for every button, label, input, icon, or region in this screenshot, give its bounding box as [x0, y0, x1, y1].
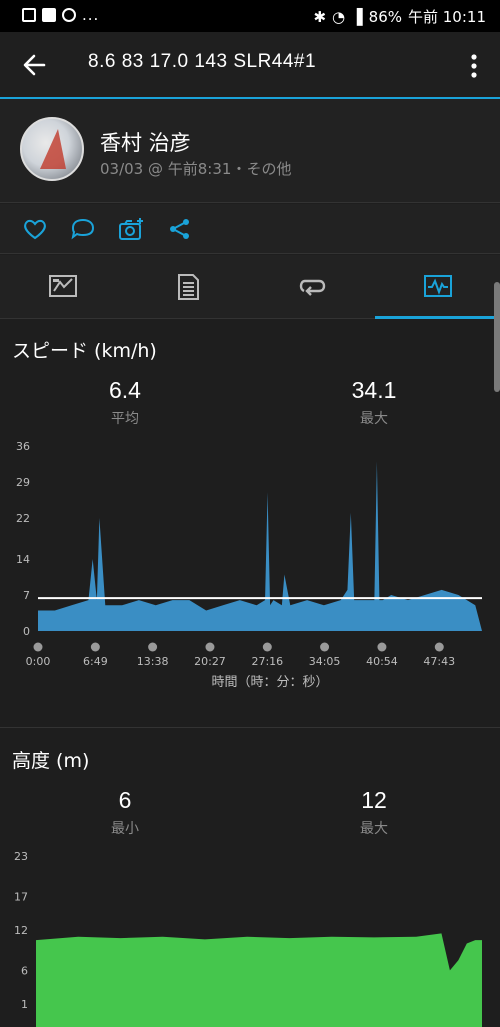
y-tick-label: 29	[16, 476, 30, 489]
speed-avg-stat: 6.4 平均	[65, 377, 185, 428]
x-tick-label: 27:16	[251, 655, 283, 668]
add-photo-icon[interactable]	[118, 216, 146, 242]
clock: 午前 10:11	[408, 8, 486, 26]
x-tick-label: 40:54	[366, 655, 398, 668]
elevation-title: 高度 (m)	[12, 750, 90, 772]
activity-tabs	[0, 255, 500, 319]
gallery-icon	[22, 8, 36, 22]
speed-avg-value: 6.4	[109, 377, 141, 403]
x-tick-marker	[377, 642, 387, 652]
elevation-chart: 23 17 12 6 1	[14, 850, 482, 1027]
action-bar	[0, 204, 500, 254]
y-tick-label: 36	[16, 440, 30, 453]
elevation-max-label: 最大	[360, 821, 388, 837]
x-tick-label: 20:27	[194, 655, 226, 668]
elevation-min-value: 6	[118, 787, 132, 813]
activity-title: 8.6 83 17.0 143 SLR44#1	[88, 51, 317, 72]
app-bar: 8.6 83 17.0 143 SLR44#1	[0, 32, 500, 98]
x-tick-label: 34:05	[309, 655, 341, 668]
sync-icon	[62, 8, 76, 22]
speed-chart: 36 29 22 14 7 0 0:00 6:49 13:38 20:27 27:16 34:05 40…	[16, 440, 482, 690]
x-axis-title: 時間（時：分：秒）	[211, 675, 328, 690]
x-tick-marker	[434, 642, 444, 652]
x-tick-label: 6:49	[83, 655, 108, 668]
document-list-icon	[178, 274, 199, 300]
x-tick-marker	[148, 642, 158, 652]
x-tick-marker	[90, 642, 100, 652]
section-divider	[0, 727, 500, 728]
speed-max-stat: 34.1 最大	[314, 377, 434, 428]
speed-title: スピード (km/h)	[12, 340, 157, 362]
more-notifications: ...	[82, 6, 100, 24]
x-tick-marker	[33, 642, 43, 652]
share-icon[interactable]	[166, 216, 194, 242]
activity-meta: 03/03 @ 午前8:31・その他	[100, 160, 292, 178]
y-tick-label: 7	[23, 589, 30, 602]
status-bar: ... ✱ ◔ ▐ 86% 午前 10:11	[0, 0, 500, 32]
tab-overview[interactable]	[0, 255, 125, 319]
speed-area-series	[38, 461, 482, 631]
speed-max-label: 最大	[360, 411, 388, 427]
battery-text: 86%	[368, 7, 402, 26]
back-arrow-icon[interactable]	[18, 48, 52, 82]
x-tick-label: 0:00	[26, 655, 51, 668]
avatar[interactable]	[20, 117, 84, 181]
elevation-max-stat: 12 最大	[314, 787, 434, 838]
y-tick-label: 6	[21, 964, 28, 977]
x-tick-label: 13:38	[137, 655, 169, 668]
chart-icon	[424, 275, 452, 297]
y-tick-label: 22	[16, 512, 30, 525]
comment-icon[interactable]	[69, 216, 97, 242]
bluetooth-icon: ✱	[313, 7, 327, 26]
like-heart-icon[interactable]	[21, 216, 49, 242]
y-tick-label: 14	[16, 553, 30, 566]
y-tick-label: 0	[23, 625, 30, 638]
x-tick-label: 47:43	[423, 655, 455, 668]
elevation-area-series	[36, 933, 482, 1027]
x-tick-marker	[205, 642, 215, 652]
x-tick-marker	[320, 642, 330, 652]
laps-loop-icon	[299, 279, 326, 296]
map-summary-icon	[49, 275, 77, 297]
mail-icon	[42, 8, 56, 22]
tab-charts[interactable]	[375, 255, 500, 319]
profile-header: 香村 治彦 03/03 @ 午前8:31・その他	[0, 99, 500, 203]
wifi-icon: ◔	[332, 7, 346, 26]
elevation-min-stat: 6 最小	[65, 787, 185, 838]
user-name[interactable]: 香村 治彦	[100, 127, 191, 157]
y-tick-label: 17	[14, 890, 28, 903]
speed-max-value: 34.1	[351, 377, 397, 403]
tab-laps[interactable]	[250, 255, 375, 319]
y-tick-label: 1	[21, 998, 28, 1011]
elevation-max-value: 12	[361, 787, 387, 813]
tab-stats[interactable]	[125, 255, 250, 319]
elevation-min-label: 最小	[111, 821, 139, 837]
x-tick-marker	[262, 642, 272, 652]
speed-avg-label: 平均	[111, 411, 139, 427]
signal-icon: ▐	[351, 7, 363, 26]
overflow-menu-icon[interactable]	[464, 50, 484, 82]
y-tick-label: 23	[14, 850, 28, 863]
scrollbar[interactable]	[494, 282, 500, 392]
y-tick-label: 12	[14, 924, 28, 937]
